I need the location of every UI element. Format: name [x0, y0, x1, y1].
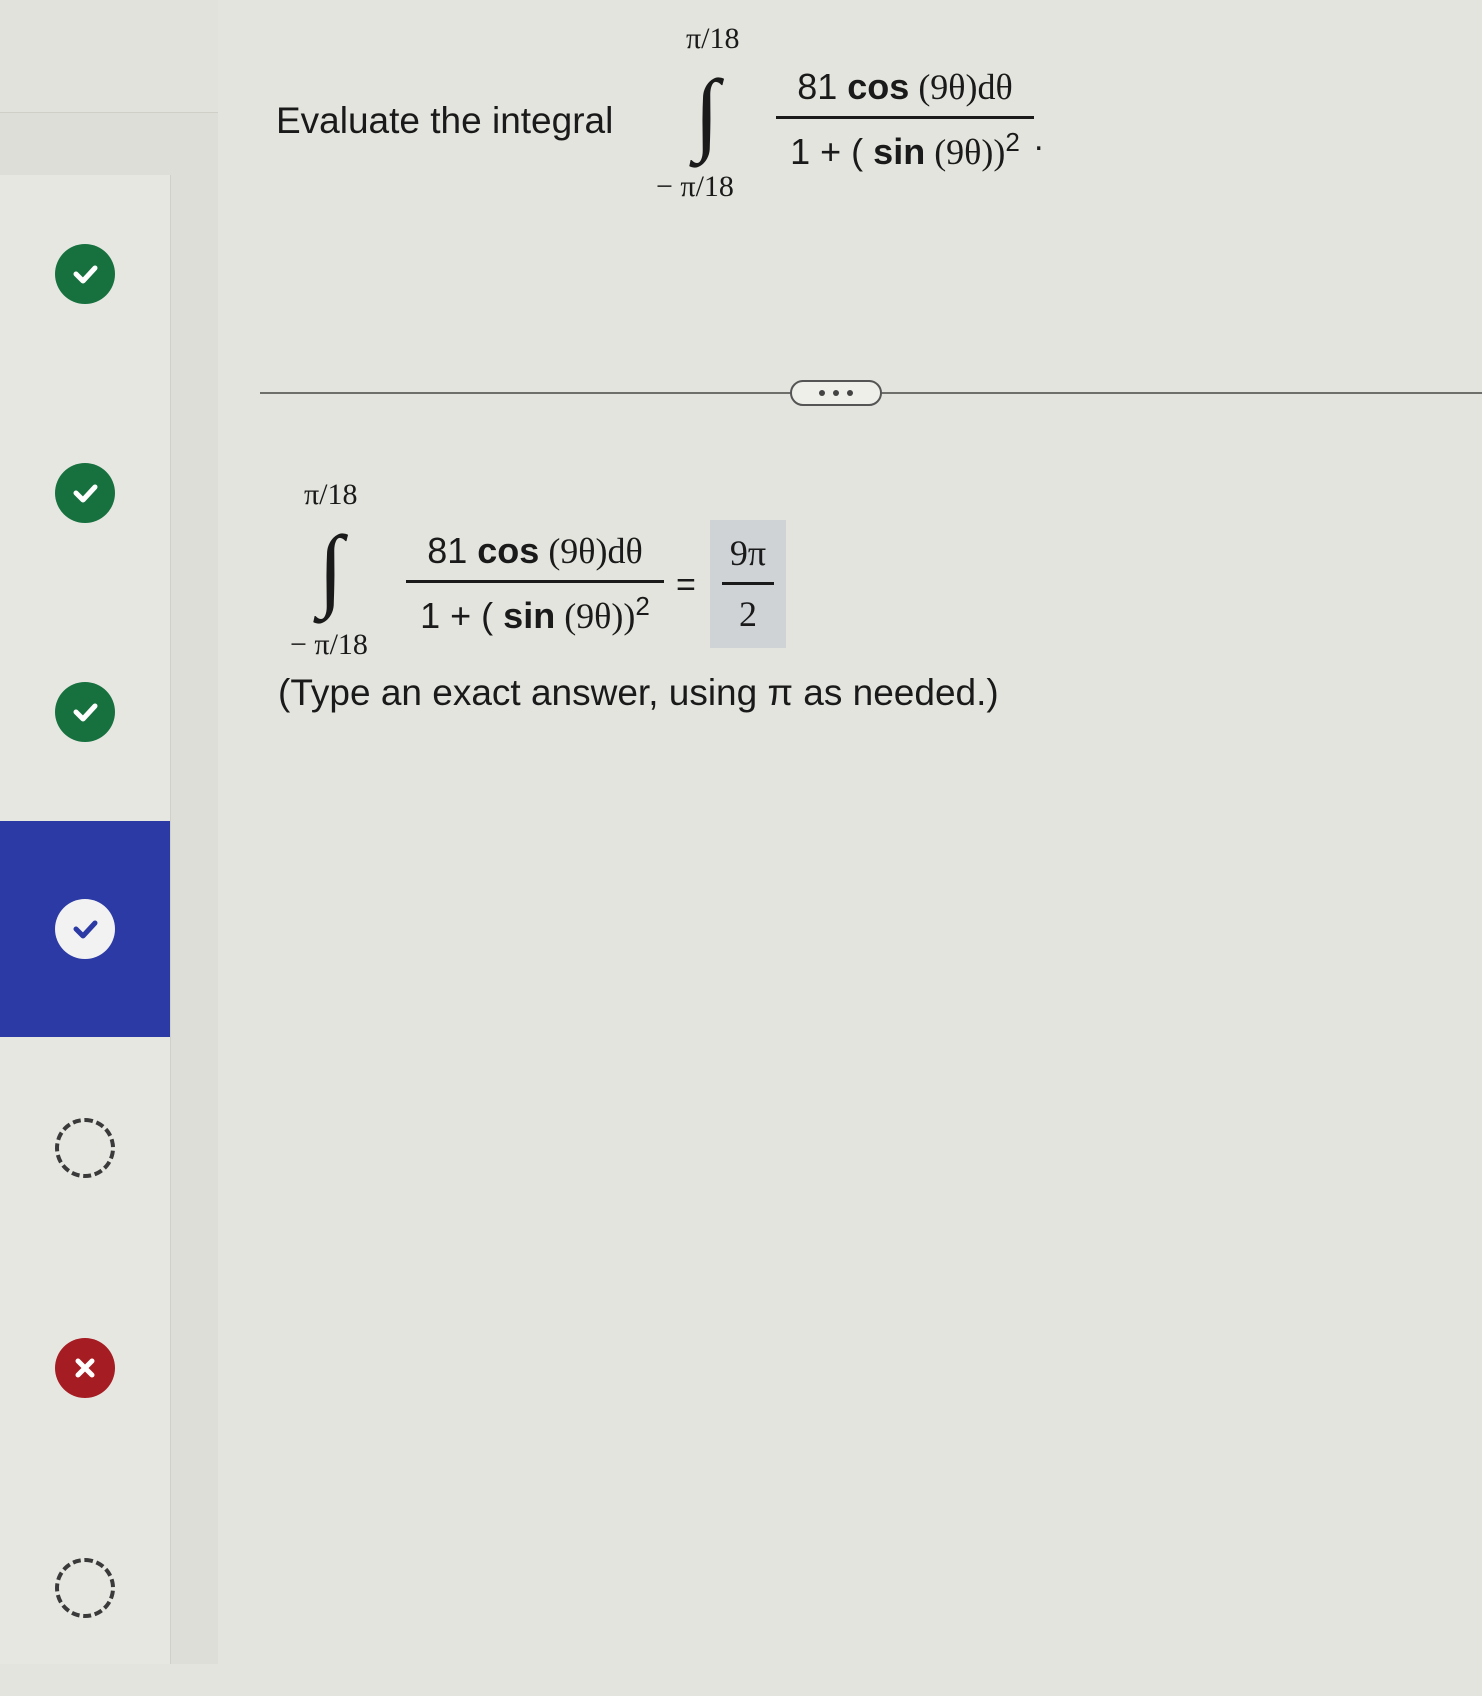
upper-limit: π/18	[304, 478, 358, 511]
question-item-3[interactable]	[0, 604, 170, 820]
check-icon	[55, 463, 115, 523]
check-icon	[55, 682, 115, 742]
dashed-circle-icon	[55, 1558, 115, 1618]
sidebar-header	[0, 0, 218, 113]
integrand-numerator: 81 cos (9θ)dθ	[797, 66, 1013, 107]
dot-icon	[819, 390, 825, 396]
fraction-bar	[776, 116, 1034, 119]
integrand-numerator: 81 cos (9θ)dθ	[427, 530, 643, 571]
prompt-text: Evaluate the integral	[276, 100, 614, 141]
check-icon	[55, 244, 115, 304]
question-item-5[interactable]	[0, 1040, 170, 1256]
answer-input[interactable]: 9π 2	[710, 520, 786, 648]
integral-sign: ∫	[694, 61, 720, 163]
fraction-bar	[406, 580, 664, 583]
lower-limit: − π/18	[656, 170, 734, 203]
dashed-circle-icon	[55, 1118, 115, 1178]
answer-instruction: (Type an exact answer, using π as needed…	[278, 672, 999, 713]
question-item-4-active[interactable]	[0, 821, 170, 1037]
integrand-denominator: 1 + ( sin (9θ))2	[790, 127, 1020, 172]
more-options-button[interactable]	[790, 380, 882, 406]
question-sidebar	[0, 0, 218, 1664]
equals-sign: =	[676, 566, 696, 604]
answer-fraction-bar	[722, 582, 774, 585]
period: .	[1034, 120, 1044, 158]
question-item-2[interactable]	[0, 385, 170, 601]
answer-numerator: 9π	[729, 533, 767, 573]
x-icon	[55, 1338, 115, 1398]
dot-icon	[833, 390, 839, 396]
lower-limit: − π/18	[290, 628, 368, 661]
question-item-1[interactable]	[0, 166, 170, 382]
upper-limit: π/18	[686, 22, 740, 55]
answer-denominator: 2	[739, 594, 757, 634]
integral-sign: ∫	[318, 517, 344, 619]
question-item-6[interactable]	[0, 1260, 170, 1476]
check-icon	[55, 899, 115, 959]
dot-icon	[847, 390, 853, 396]
integrand-denominator: 1 + ( sin (9θ))2	[420, 591, 650, 636]
answer-integrand-fraction: 81 cos (9θ)dθ 1 + ( sin (9θ))2	[406, 530, 664, 637]
integrand-fraction: 81 cos (9θ)dθ 1 + ( sin (9θ))2	[776, 66, 1034, 173]
